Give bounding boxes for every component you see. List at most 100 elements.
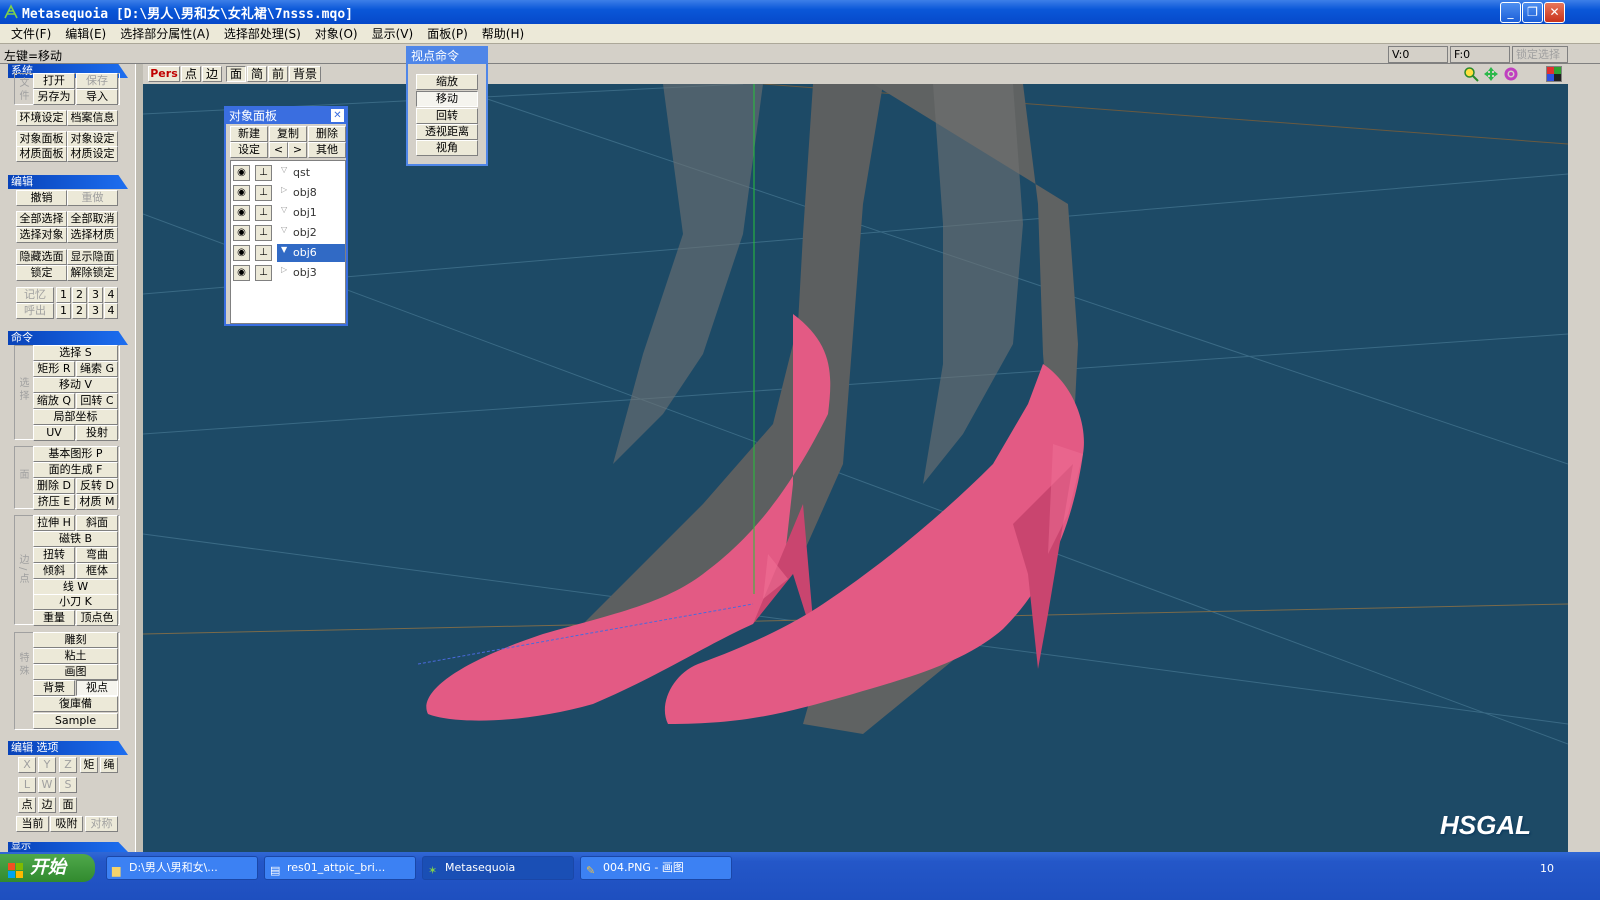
visibility-eye-icon[interactable]: ◉ [233,245,250,261]
bend-tool-button[interactable]: 弯曲 [76,547,118,563]
view-point-button[interactable]: 点 [181,66,201,82]
close-icon[interactable]: ✕ [331,109,344,122]
l-toggle[interactable]: L [18,777,36,793]
knife-tool-button[interactable]: 小刀 K [33,594,118,610]
view-background-button[interactable]: 背景 [289,66,321,82]
select-object-button[interactable]: 选择对象 [16,227,67,243]
panel-scrollbar[interactable] [135,64,143,852]
twist-tool-button[interactable]: 扭转 [33,547,75,563]
list-item[interactable]: ◉ ⊥ ▷ obj3 [231,263,347,283]
current-button[interactable]: 当前 [16,816,49,832]
flip-tool-button[interactable]: 反转 D [76,478,118,494]
recall-button[interactable]: 呼出 [16,303,54,319]
import-button[interactable]: 导入 [76,89,118,105]
symmetry-button[interactable]: 对称 [85,816,118,832]
redo-button[interactable]: 重做 [67,190,118,206]
lock-selection-button[interactable]: 锁定选择 [1512,46,1568,63]
pan-icon[interactable] [1483,66,1499,82]
clay-tool-button[interactable]: 粘土 [33,648,118,664]
move-view-button[interactable]: 移动 [416,91,478,107]
scale-tool-button[interactable]: 缩放 Q [33,393,75,409]
memory-slot-2[interactable]: 2 [72,287,87,303]
s-toggle[interactable]: S [59,777,77,793]
stretch-tool-button[interactable]: 拉伸 H [33,515,75,531]
lock-edit-icon[interactable]: ⊥ [255,245,272,261]
file-info-button[interactable]: 档案信息 [67,110,118,126]
perspective-button[interactable]: Pers [148,66,180,82]
vertex-color-button[interactable]: 顶点色 [76,610,118,626]
zoom-view-button[interactable]: 缩放 [416,74,478,90]
memory-slot-3[interactable]: 3 [88,287,103,303]
deselect-all-button[interactable]: 全部取消 [67,211,118,227]
taskbar-document[interactable]: ▤ res01_attpic_bri... [264,856,416,880]
expand-arrow-icon[interactable]: ▼ [281,245,287,254]
extrude-tool-button[interactable]: 挤压 E [33,494,75,510]
fov-button[interactable]: 视角 [416,140,478,156]
color-palette-icon[interactable] [1546,66,1562,82]
menu-help[interactable]: 帮助(H) [475,25,531,42]
view-face-button[interactable]: 面 [226,66,246,82]
select-tool-button[interactable]: 选择 S [33,345,118,361]
menu-file[interactable]: 文件(F) [4,25,58,42]
weight-tool-button[interactable]: 重量 [33,610,75,626]
zoom-icon[interactable] [1463,66,1479,82]
rect-toggle[interactable]: 矩 [80,757,98,773]
memory-slot-1[interactable]: 1 [56,287,71,303]
lock-edit-icon[interactable]: ⊥ [255,185,272,201]
tilt-tool-button[interactable]: 倾斜 [33,563,75,579]
copy-object-button[interactable]: 复制 [269,126,307,142]
sample-button[interactable]: Sample [33,713,118,729]
perspective-distance-button[interactable]: 透视距离 [416,124,478,140]
viewpoint-tool-button[interactable]: 视点 [76,680,118,696]
object-settings-button[interactable]: 设定 [230,142,268,158]
primitive-button[interactable]: 基本图形 P [33,446,118,462]
bevel-tool-button[interactable]: 斜面 [76,515,118,531]
face-gen-button[interactable]: 面的生成 F [33,462,118,478]
rotate-view-icon[interactable] [1503,66,1519,82]
point-mode-toggle[interactable]: 点 [18,797,36,813]
recall-slot-3[interactable]: 3 [88,303,103,319]
rope-toggle[interactable]: 绳 [100,757,118,773]
visibility-eye-icon[interactable]: ◉ [233,265,250,281]
unlock-button[interactable]: 解除锁定 [67,265,118,281]
next-object-button[interactable]: > [288,142,307,158]
other-button[interactable]: 其他 [308,142,346,158]
lasso-select-button[interactable]: 绳索 G [76,361,118,377]
lock-edit-icon[interactable]: ⊥ [255,265,272,281]
edge-mode-toggle[interactable]: 边 [38,797,56,813]
lattice-tool-button[interactable]: 框体 [76,563,118,579]
menu-edit[interactable]: 编辑(E) [58,25,113,42]
lock-edit-icon[interactable]: ⊥ [255,205,272,221]
face-mode-toggle[interactable]: 面 [59,797,77,813]
rect-select-button[interactable]: 矩形 R [33,361,75,377]
object-settings-button[interactable]: 对象设定 [67,131,118,147]
object-panel-button[interactable]: 对象面板 [16,131,67,147]
mirror-tool-button[interactable]: 復庫備 [33,696,118,712]
undo-button[interactable]: 撤销 [16,190,67,206]
axis-y-toggle[interactable]: Y [38,757,56,773]
delete-object-button[interactable]: 删除 [308,126,346,142]
select-all-button[interactable]: 全部选择 [16,211,67,227]
view-front-button[interactable]: 前 [268,66,288,82]
menu-panel[interactable]: 面板(P) [420,25,475,42]
save-as-button[interactable]: 另存为 [33,89,75,105]
menu-select-attr[interactable]: 选择部分属性(A) [113,25,217,42]
view-simple-button[interactable]: 简 [247,66,267,82]
visibility-eye-icon[interactable]: ◉ [233,165,250,181]
view-edge-button[interactable]: 边 [202,66,222,82]
list-item[interactable]: ◉ ⊥ ▽ obj2 [231,223,347,243]
w-toggle[interactable]: W [38,777,56,793]
axis-z-toggle[interactable]: Z [59,757,77,773]
material-panel-button[interactable]: 材质面板 [16,146,67,162]
open-button[interactable]: 打开 [33,73,75,89]
line-tool-button[interactable]: 线 W [33,579,118,595]
delete-tool-button[interactable]: 删除 D [33,478,75,494]
list-item[interactable]: ◉ ⊥ ▷ obj8 [231,183,347,203]
rotate-tool-button[interactable]: 回转 C [76,393,118,409]
taskbar-metasequoia[interactable]: ✶ Metasequoia [422,856,574,880]
menu-select-process[interactable]: 选择部处理(S) [217,25,308,42]
taskbar-paint[interactable]: ✎ 004.PNG - 画图 [580,856,732,880]
taskbar-folder[interactable]: ▆ D:\男人\男和女\... [106,856,258,880]
prev-object-button[interactable]: < [269,142,288,158]
restore-button[interactable]: ❐ [1522,2,1543,23]
